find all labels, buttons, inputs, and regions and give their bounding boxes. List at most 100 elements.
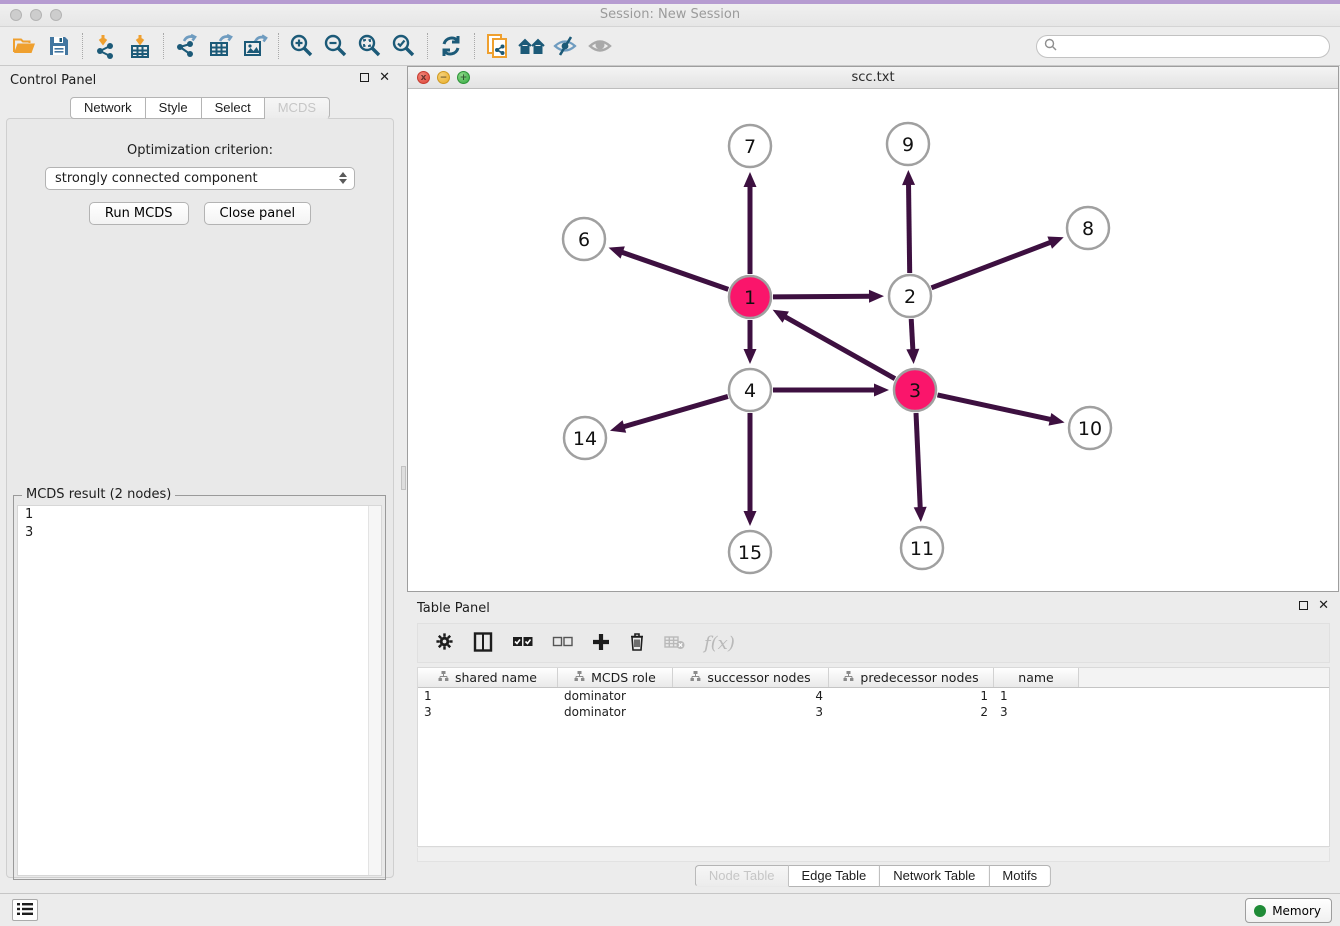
result-scrollbar[interactable] [368, 506, 381, 875]
search-input[interactable] [1061, 40, 1311, 54]
close-table-panel-icon[interactable]: ✕ [1318, 601, 1329, 610]
table-hscroll-track[interactable] [417, 848, 1330, 862]
column-header-name[interactable]: name [994, 668, 1079, 687]
table-cell[interactable]: 3 [994, 704, 1079, 720]
column-header-predecessor-nodes[interactable]: predecessor nodes [829, 668, 994, 687]
graph-node-3[interactable]: 3 [894, 369, 936, 411]
criterion-select[interactable]: strongly connected component [45, 167, 355, 190]
zoom-out-button[interactable] [319, 31, 353, 61]
delete-column-button[interactable] [629, 632, 645, 654]
delete-table-button[interactable] [664, 634, 685, 653]
plus-icon [592, 633, 610, 654]
network-maximize-icon[interactable]: + [457, 71, 470, 84]
mcds-result-list[interactable]: 13 [17, 505, 382, 876]
graph-edge-2-3[interactable] [911, 319, 913, 352]
save-session-button[interactable] [42, 31, 76, 61]
graph-node-1[interactable]: 1 [729, 276, 771, 318]
search-box[interactable] [1036, 35, 1330, 58]
function-builder-button[interactable]: f(x) [704, 633, 735, 654]
network-minimize-icon[interactable]: − [437, 71, 450, 84]
float-panel-icon[interactable] [360, 73, 369, 82]
table-row[interactable]: 3dominator323 [418, 704, 1329, 720]
open-session-button[interactable] [8, 31, 42, 61]
graph-node-8[interactable]: 8 [1067, 207, 1109, 249]
zoom-fit-button[interactable] [353, 31, 387, 61]
column-header-shared-name[interactable]: shared name [418, 668, 558, 687]
tab-select[interactable]: Select [202, 97, 265, 119]
graph-edge-3-1[interactable] [783, 316, 895, 379]
first-neighbors-icon [517, 34, 547, 58]
tab-network-table[interactable]: Network Table [880, 865, 989, 887]
deselect-all-button[interactable] [552, 635, 573, 652]
graph-node-7[interactable]: 7 [729, 125, 771, 167]
task-history-button[interactable] [12, 899, 38, 921]
minimize-window-icon[interactable] [30, 9, 42, 21]
run-mcds-button[interactable]: Run MCDS [89, 202, 189, 225]
graph-edge-3-11[interactable] [916, 413, 920, 510]
export-image-button[interactable] [238, 31, 272, 61]
column-label: name [1018, 670, 1053, 685]
close-window-icon[interactable] [10, 9, 22, 21]
graph-node-14[interactable]: 14 [564, 417, 606, 459]
maximize-window-icon[interactable] [50, 9, 62, 21]
graph-node-9[interactable]: 9 [887, 123, 929, 165]
table-cell[interactable]: 3 [418, 704, 558, 720]
app-window: Session: New Session [0, 0, 1340, 926]
graph-edge-2-9[interactable] [909, 182, 910, 273]
table-cell[interactable]: 1 [829, 688, 994, 704]
network-window-titlebar[interactable]: x − + scc.txt [408, 67, 1338, 89]
split-view-button[interactable] [473, 632, 493, 655]
export-network-button[interactable] [170, 31, 204, 61]
tab-mcds[interactable]: MCDS [265, 97, 330, 119]
select-all-button[interactable] [512, 635, 533, 652]
tab-network[interactable]: Network [70, 97, 146, 119]
refresh-button[interactable] [434, 31, 468, 61]
graph-node-11[interactable]: 11 [901, 527, 943, 569]
import-table-button[interactable] [123, 31, 157, 61]
tab-motifs[interactable]: Motifs [989, 865, 1051, 887]
tab-edge-table[interactable]: Edge Table [788, 865, 880, 887]
memory-button[interactable]: Memory [1245, 898, 1332, 923]
add-column-button[interactable] [592, 633, 610, 654]
import-network-button[interactable] [89, 31, 123, 61]
graph-node-2[interactable]: 2 [889, 275, 931, 317]
table-cell[interactable]: 3 [673, 704, 829, 720]
table-toolbar: f(x) [417, 623, 1330, 663]
close-panel-button[interactable]: Close panel [204, 202, 312, 225]
zoom-selected-button[interactable] [387, 31, 421, 61]
table-cell[interactable]: dominator [558, 688, 673, 704]
graph-edge-1-2[interactable] [773, 296, 872, 297]
hide-selected-button[interactable] [549, 31, 583, 61]
column-settings-button[interactable] [435, 632, 454, 654]
network-close-icon[interactable]: x [417, 71, 430, 84]
graph-node-4[interactable]: 4 [729, 369, 771, 411]
graph-node-10[interactable]: 10 [1069, 407, 1111, 449]
graph-node-15[interactable]: 15 [729, 531, 771, 573]
graph-edge-4-14[interactable] [621, 396, 727, 427]
column-header-mcds-role[interactable]: MCDS role [558, 668, 673, 687]
graph-edge-2-8[interactable] [931, 242, 1052, 288]
column-header-successor-nodes[interactable]: successor nodes [673, 668, 829, 687]
tab-node-table[interactable]: Node Table [695, 865, 789, 887]
tab-style[interactable]: Style [146, 97, 202, 119]
close-panel-icon[interactable]: ✕ [379, 73, 390, 82]
zoom-selected-icon [391, 33, 417, 59]
export-table-button[interactable] [204, 31, 238, 61]
splitter-grip[interactable] [401, 466, 406, 490]
network-canvas[interactable]: 7 9 6 8 1 2 4 3 14 10 15 11 [408, 89, 1338, 591]
float-table-panel-icon[interactable] [1299, 601, 1308, 610]
clone-network-button[interactable] [481, 31, 515, 61]
graph-edge-3-10[interactable] [937, 395, 1052, 420]
table-cell[interactable]: 1 [994, 688, 1079, 704]
table-cell[interactable]: 2 [829, 704, 994, 720]
graph-node-6[interactable]: 6 [563, 218, 605, 260]
table-row[interactable]: 1dominator411 [418, 688, 1329, 704]
zoom-in-button[interactable] [285, 31, 319, 61]
table-cell[interactable]: dominator [558, 704, 673, 720]
select-stepper-icon [339, 172, 347, 184]
table-cell[interactable]: 1 [418, 688, 558, 704]
show-all-button[interactable] [583, 31, 617, 61]
first-neighbors-button[interactable] [515, 31, 549, 61]
graph-edge-1-6[interactable] [620, 252, 728, 290]
table-cell[interactable]: 4 [673, 688, 829, 704]
